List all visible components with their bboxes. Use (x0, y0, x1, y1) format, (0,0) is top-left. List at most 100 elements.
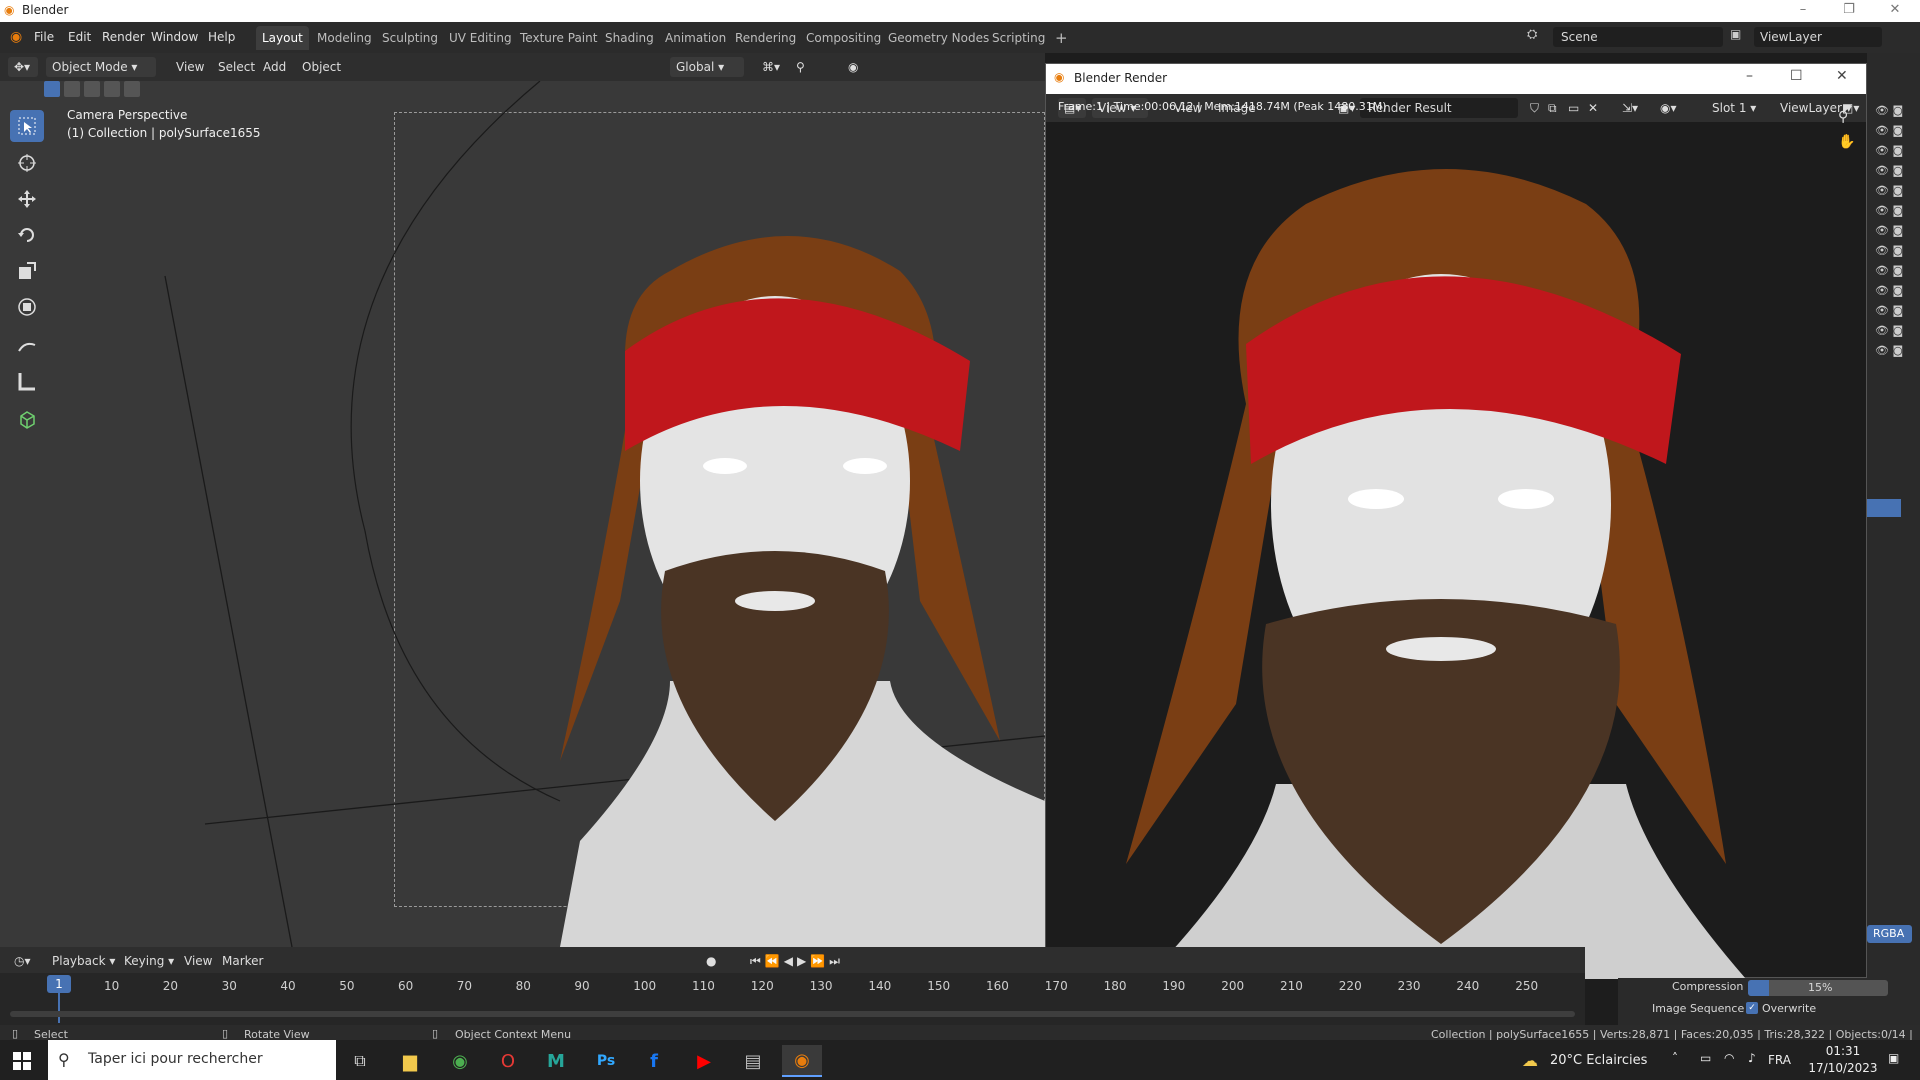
render-window-title: Blender Render (1074, 71, 1168, 85)
blender-small-icon: ◉ (1054, 70, 1065, 84)
blender-taskbar-icon[interactable]: ◉ (782, 1045, 822, 1077)
playback-controls[interactable]: ⏮⏪◀▶⏩⏭ (744, 951, 850, 971)
tab-modeling[interactable]: Modeling (311, 26, 378, 50)
clock-time[interactable]: 01:31 (1818, 1044, 1868, 1058)
opera-icon[interactable]: O (488, 1045, 528, 1077)
notifications-icon[interactable]: ▣ (1888, 1051, 1899, 1065)
menu-help[interactable]: Help (208, 22, 235, 53)
facebook-icon[interactable]: f (634, 1045, 674, 1077)
tab-rendering[interactable]: Rendering (729, 26, 802, 50)
menu-object[interactable]: Object (296, 57, 347, 77)
menu-keying[interactable]: Keying ▾ (118, 951, 180, 971)
taskbar-search-box[interactable]: ⚲ Taper ici pour rechercher (48, 1040, 336, 1080)
timeline-tick: 140 (868, 979, 892, 993)
language-indicator[interactable]: FRA (1768, 1053, 1791, 1067)
app-m-icon[interactable]: M (536, 1045, 576, 1077)
timeline-editor-icon[interactable]: ◷▾ (8, 951, 37, 971)
weather-icon[interactable]: ☁ (1522, 1051, 1538, 1070)
menu-add[interactable]: Add (257, 57, 292, 77)
tray-chevron-icon[interactable]: ˄ (1672, 1051, 1678, 1065)
playhead-line (58, 993, 60, 1023)
clock-date[interactable]: 17/10/2023 (1808, 1061, 1878, 1075)
menu-file[interactable]: File (34, 22, 54, 53)
os-window-title: Blender (22, 3, 69, 17)
windows-taskbar: ⚲ Taper ici pour rechercher ⧉ ▆ ◉ O M Ps… (0, 1040, 1920, 1080)
maximize-button[interactable]: ❐ (1830, 0, 1868, 22)
unlink-image-icon[interactable]: ✕ (1582, 98, 1604, 118)
windows-start-icon[interactable] (2, 1045, 42, 1077)
render-maximize-button[interactable]: ☐ (1790, 68, 1803, 84)
zoom-icon[interactable]: ⚲ (1838, 109, 1848, 125)
tab-scripting[interactable]: Scripting (986, 26, 1051, 50)
menu-window[interactable]: Window (151, 22, 198, 53)
add-workspace-button[interactable]: + (1049, 26, 1074, 50)
render-result-image (1126, 169, 1746, 979)
transform-orientation-dropdown[interactable]: Global ▾ (670, 57, 744, 77)
compression-value: 15% (1808, 981, 1833, 994)
viewlayer-icon[interactable]: ▣ (1730, 27, 1750, 47)
tab-shading[interactable]: Shading (599, 26, 660, 50)
tab-layout[interactable]: Layout (256, 26, 309, 50)
render-info-text: Frame:1 | Time:00:06.12 | Mem:1418.74M (… (1058, 100, 1387, 113)
slot-dropdown[interactable]: Slot 1 ▾ (1706, 98, 1762, 118)
tab-geometry-nodes[interactable]: Geometry Nodes (882, 26, 995, 50)
object-mode-dropdown[interactable]: Object Mode ▾ (46, 57, 156, 77)
mouse-right-icon: ▯ (432, 1027, 439, 1040)
menu-playback[interactable]: Playback ▾ (46, 951, 121, 971)
3d-viewport[interactable]: Camera Perspective (1) Collection | poly… (0, 81, 1045, 947)
minimize-button[interactable]: – (1784, 0, 1822, 22)
snap-icon[interactable]: ⚲ (790, 57, 811, 77)
overwrite-checkbox[interactable]: ✓ (1746, 1002, 1758, 1014)
timeline-tick: 200 (1221, 979, 1245, 993)
active-property-row[interactable] (1867, 499, 1901, 517)
pan-hand-icon[interactable]: ✋ (1838, 134, 1855, 150)
blender-menu-icon[interactable]: ◉ (10, 22, 22, 53)
proportional-editing-icon[interactable]: ◉ (842, 57, 864, 77)
viewlayer-field[interactable]: ViewLayer (1754, 27, 1882, 47)
menu-view[interactable]: View (170, 57, 210, 77)
scene-icon[interactable]: ⛭ (1527, 27, 1547, 47)
timeline-tick: 210 (1280, 979, 1303, 993)
new-image-icon[interactable]: ⧉ (1542, 98, 1563, 118)
render-minimize-button[interactable]: – (1746, 68, 1753, 84)
menu-edit[interactable]: Edit (68, 22, 91, 53)
timeline-header: ◷▾ Playback ▾ Keying ▾ View Marker ● ⏮⏪◀… (0, 947, 1585, 973)
compression-slider[interactable]: 15% (1748, 980, 1888, 996)
tab-uv-editing[interactable]: UV Editing (443, 26, 518, 50)
timeline-menu-view[interactable]: View (178, 951, 218, 971)
color-rgba-toggle[interactable]: RGBA (1867, 925, 1912, 943)
pivot-icon[interactable]: ⌘▾ (756, 57, 786, 77)
overlay-icon[interactable]: ◉▾ (1654, 98, 1683, 118)
search-icon: ⚲ (58, 1050, 70, 1069)
visibility-toggles[interactable]: 👁 ◙ 👁 ◙ 👁 ◙ 👁 ◙ 👁 ◙ 👁 ◙ 👁 ◙ 👁 ◙ 👁 ◙ 👁 ◙ 👁 ◙ 👁 ◙ 👁 ◙ (1875, 101, 1903, 361)
weather-text[interactable]: 20°C Eclaircies (1550, 1053, 1647, 1068)
timeline-scrollbar[interactable] (10, 1011, 1575, 1017)
menu-marker[interactable]: Marker (216, 951, 269, 971)
render-close-button[interactable]: ✕ (1836, 68, 1848, 84)
chrome-icon[interactable]: ◉ (440, 1045, 480, 1077)
file-explorer-icon[interactable]: ▆ (390, 1045, 430, 1077)
app-window-icon[interactable]: ▤ (733, 1045, 773, 1077)
current-frame-indicator[interactable]: 1 (47, 975, 71, 993)
photoshop-icon[interactable]: Ps (586, 1045, 626, 1077)
mode-label: Object Mode (52, 60, 128, 74)
menu-select[interactable]: Select (212, 57, 261, 77)
tab-compositing[interactable]: Compositing (800, 26, 887, 50)
task-view-icon[interactable]: ⧉ (340, 1045, 380, 1077)
tab-sculpting[interactable]: Sculpting (376, 26, 444, 50)
close-button[interactable]: ✕ (1876, 0, 1914, 22)
record-icon[interactable]: ● (700, 951, 722, 971)
tab-animation[interactable]: Animation (659, 26, 732, 50)
network-icon[interactable]: ▭ (1700, 1051, 1711, 1065)
editor-type-icon[interactable]: ✥▾ (8, 57, 38, 77)
outliner-properties-strip: 👁 ◙ 👁 ◙ 👁 ◙ 👁 ◙ 👁 ◙ 👁 ◙ 👁 ◙ 👁 ◙ 👁 ◙ 👁 ◙ 👁 ◙ 👁 ◙ 👁 ◙ … (1867, 53, 1920, 978)
compression-fill (1748, 980, 1769, 996)
timeline[interactable]: 1 10 20 30 40 50 60 70 80 90 100 110 120 130 140 150 16… (0, 973, 1585, 1025)
wifi-icon[interactable]: ◠ (1724, 1051, 1734, 1065)
gizmo-icon[interactable]: ⇲▾ (1616, 98, 1644, 118)
tab-texture-paint[interactable]: Texture Paint (514, 26, 603, 50)
youtube-icon[interactable]: ▶ (684, 1045, 724, 1077)
volume-icon[interactable]: ♪ (1748, 1051, 1756, 1065)
scene-field[interactable]: Scene (1553, 27, 1723, 47)
menu-render[interactable]: Render (102, 22, 145, 53)
